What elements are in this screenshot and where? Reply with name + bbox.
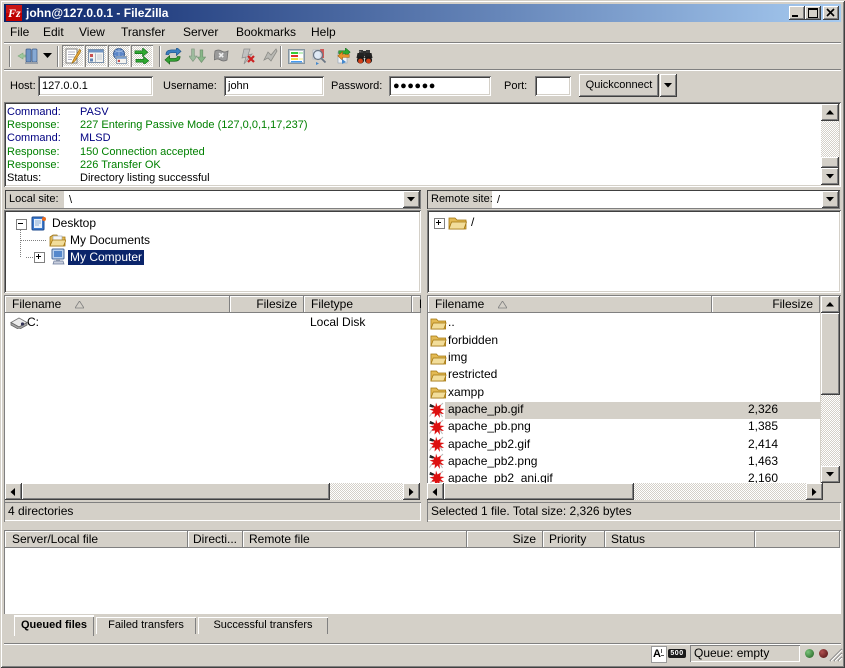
svg-text:Fz: Fz bbox=[7, 6, 21, 20]
